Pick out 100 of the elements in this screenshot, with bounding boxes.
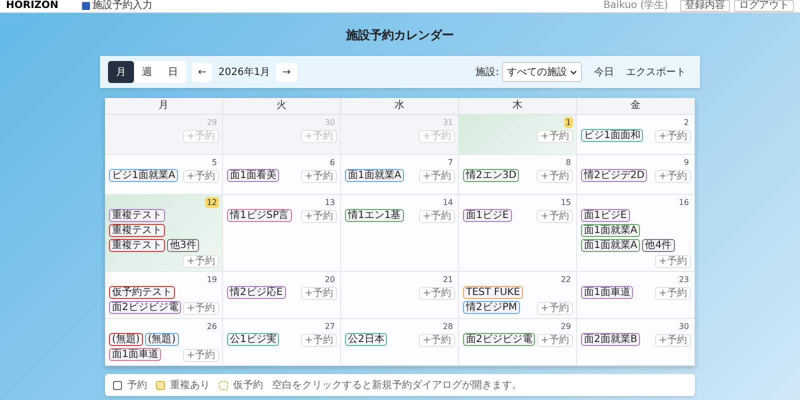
add-reservation-button[interactable]: +予約 bbox=[182, 255, 219, 268]
add-reservation-button[interactable]: +予約 bbox=[300, 334, 337, 347]
event-chip[interactable]: 重複テスト bbox=[109, 209, 165, 222]
event-chip[interactable]: 面1面車道 bbox=[109, 348, 162, 361]
event-chip[interactable]: ビジ1面就業A bbox=[109, 169, 178, 182]
event-chip[interactable]: 面2面就業B bbox=[581, 333, 640, 346]
add-reservation-button[interactable]: +予約 bbox=[182, 349, 219, 362]
day-number: 30 bbox=[324, 117, 336, 128]
day-number: 7 bbox=[446, 157, 454, 168]
day-number: 14 bbox=[442, 197, 454, 208]
add-reservation-button[interactable]: +予約 bbox=[654, 334, 691, 347]
event-chip[interactable]: 面1ビジE bbox=[463, 209, 512, 222]
export-button[interactable]: エクスポート bbox=[620, 61, 692, 83]
day-cell[interactable]: 21 +予約 bbox=[341, 272, 459, 319]
day-cell[interactable]: 7 面1面就業A +予約 bbox=[341, 155, 459, 195]
today-button[interactable]: 今日 bbox=[588, 61, 620, 83]
event-chip[interactable]: 仮予約テスト bbox=[109, 286, 175, 299]
event-chip[interactable]: 情2ビジPM bbox=[463, 301, 520, 314]
day-cell[interactable]: 2 ビジ1面面和 +予約 bbox=[577, 115, 695, 155]
header-button[interactable]: ログアウト bbox=[734, 0, 794, 12]
add-reservation-button[interactable]: +予約 bbox=[418, 170, 455, 183]
add-reservation-button[interactable]: +予約 bbox=[536, 334, 573, 347]
nav-link[interactable]: 施設予約入力 bbox=[92, 0, 152, 12]
add-reservation-button[interactable]: +予約 bbox=[654, 130, 691, 143]
day-cell[interactable]: 13 情1ビジSP言 +予約 bbox=[223, 195, 341, 272]
add-reservation-button[interactable]: +予約 bbox=[654, 287, 691, 300]
event-chip[interactable]: 情1エン1基 bbox=[345, 209, 404, 222]
event-chip[interactable]: 情1ビジSP言 bbox=[227, 209, 292, 222]
event-chip[interactable]: TEST FUKE bbox=[463, 286, 524, 299]
add-reservation-button[interactable]: +予約 bbox=[418, 287, 455, 300]
legend-label: 重複あり bbox=[170, 378, 210, 392]
day-number: 30 bbox=[678, 321, 690, 332]
day-cell[interactable]: 5 ビジ1面就業A +予約 bbox=[105, 155, 223, 195]
event-chip[interactable]: 面1面就業A bbox=[345, 169, 404, 182]
event-chip[interactable]: 面2ビジビジ電 bbox=[463, 333, 536, 346]
event-chip[interactable]: 公1ビジ実 bbox=[227, 333, 280, 346]
event-chip[interactable]: 情2エン3D bbox=[463, 169, 520, 182]
day-cell[interactable]: 26 (無題) (無題) 面1面車道 +予約 bbox=[105, 319, 223, 366]
add-reservation-button[interactable]: +予約 bbox=[536, 130, 573, 143]
day-cell[interactable]: 8 情2エン3D +予約 bbox=[459, 155, 577, 195]
previous-month-button[interactable]: ← bbox=[192, 62, 212, 82]
day-number: 23 bbox=[678, 274, 690, 285]
event-chip[interactable]: ビジ1面面和 bbox=[581, 129, 644, 142]
view-tab[interactable]: 月 bbox=[108, 61, 134, 83]
day-cell[interactable]: 14 情1エン1基 +予約 bbox=[341, 195, 459, 272]
day-cell[interactable]: 16 面1ビジE 面1面就業A 面1面就業A 他4件 +予約 bbox=[577, 195, 695, 272]
day-number: 2 bbox=[682, 117, 690, 128]
day-cell[interactable]: 1 +予約 bbox=[459, 115, 577, 155]
day-cell[interactable]: 23 面1面車道 +予約 bbox=[577, 272, 695, 319]
app-logo: HORIZON bbox=[6, 0, 58, 12]
event-chip[interactable]: 他3件 bbox=[167, 239, 200, 252]
day-cell[interactable]: 9 情2ビジデ2D +予約 bbox=[577, 155, 695, 195]
event-chip[interactable]: 重複テスト bbox=[109, 224, 165, 237]
add-reservation-button[interactable]: +予約 bbox=[418, 334, 455, 347]
add-reservation-button[interactable]: +予約 bbox=[182, 302, 219, 315]
day-cell[interactable]: 12 重複テスト 重複テスト 重複テスト 他3件 +予約 bbox=[105, 195, 223, 272]
next-month-button[interactable]: → bbox=[276, 62, 297, 82]
day-cell[interactable]: 29 面2ビジビジ電 +予約 bbox=[459, 319, 577, 366]
page-title: 施設予約カレンダー bbox=[346, 28, 454, 42]
event-chip[interactable]: 他4件 bbox=[642, 239, 675, 252]
day-cell[interactable]: 19 仮予約テスト 面2ビジビジ電 +予約 bbox=[105, 272, 223, 319]
event-chip[interactable]: 面2ビジビジ電 bbox=[109, 301, 182, 314]
event-chip[interactable]: 面1面就業A bbox=[581, 224, 640, 237]
facility-select[interactable]: すべての施設 bbox=[502, 62, 582, 82]
add-reservation-button[interactable]: +予約 bbox=[300, 210, 337, 223]
event-chip[interactable]: 情2ビジ応E bbox=[227, 286, 286, 299]
day-cell[interactable]: 30 面2面就業B +予約 bbox=[577, 319, 695, 366]
event-chip[interactable]: 面1ビジE bbox=[581, 209, 630, 222]
weekday-header: 木 bbox=[459, 98, 577, 115]
day-cell[interactable]: 15 面1ビジE +予約 bbox=[459, 195, 577, 272]
add-reservation-button[interactable]: +予約 bbox=[654, 255, 691, 268]
add-reservation-button[interactable]: +予約 bbox=[654, 170, 691, 183]
add-reservation-button[interactable]: +予約 bbox=[536, 302, 573, 315]
day-number: 31 bbox=[442, 117, 454, 128]
add-reservation-button[interactable]: +予約 bbox=[300, 170, 337, 183]
day-number: 5 bbox=[210, 157, 218, 168]
event-chip[interactable]: (無題) bbox=[109, 333, 143, 346]
event-chip[interactable]: (無題) bbox=[144, 333, 179, 346]
add-reservation-button[interactable]: +予約 bbox=[300, 287, 337, 300]
add-reservation-button[interactable]: +予約 bbox=[536, 210, 573, 223]
day-number: 15 bbox=[560, 197, 572, 208]
event-chip[interactable]: 重複テスト bbox=[109, 239, 165, 252]
day-number: 19 bbox=[206, 274, 218, 285]
day-cell[interactable]: 27 公1ビジ実 +予約 bbox=[223, 319, 341, 366]
day-cell[interactable]: 6 面1面看美 +予約 bbox=[223, 155, 341, 195]
add-reservation-button[interactable]: +予約 bbox=[536, 170, 573, 183]
event-chip[interactable]: 面1面就業A bbox=[581, 239, 640, 252]
add-reservation-button[interactable]: +予約 bbox=[182, 170, 219, 183]
current-month: 2026年1月 bbox=[218, 66, 270, 79]
hint-text: 空白をクリックすると新規予約ダイアログが開きます。 bbox=[272, 378, 522, 392]
event-chip[interactable]: 公2日本 bbox=[345, 333, 388, 346]
day-cell[interactable]: 22 TEST FUKE 情2ビジPM +予約 bbox=[459, 272, 577, 319]
day-number: 6 bbox=[328, 157, 336, 168]
event-chip[interactable]: 面1面看美 bbox=[227, 169, 280, 182]
add-reservation-button[interactable]: +予約 bbox=[418, 210, 455, 223]
day-cell[interactable]: 28 公2日本 +予約 bbox=[341, 319, 459, 366]
event-chip[interactable]: 面1面車道 bbox=[581, 286, 634, 299]
event-chip[interactable]: 情2ビジデ2D bbox=[581, 169, 648, 182]
day-number: 22 bbox=[560, 274, 572, 285]
day-cell[interactable]: 20 情2ビジ応E +予約 bbox=[223, 272, 341, 319]
